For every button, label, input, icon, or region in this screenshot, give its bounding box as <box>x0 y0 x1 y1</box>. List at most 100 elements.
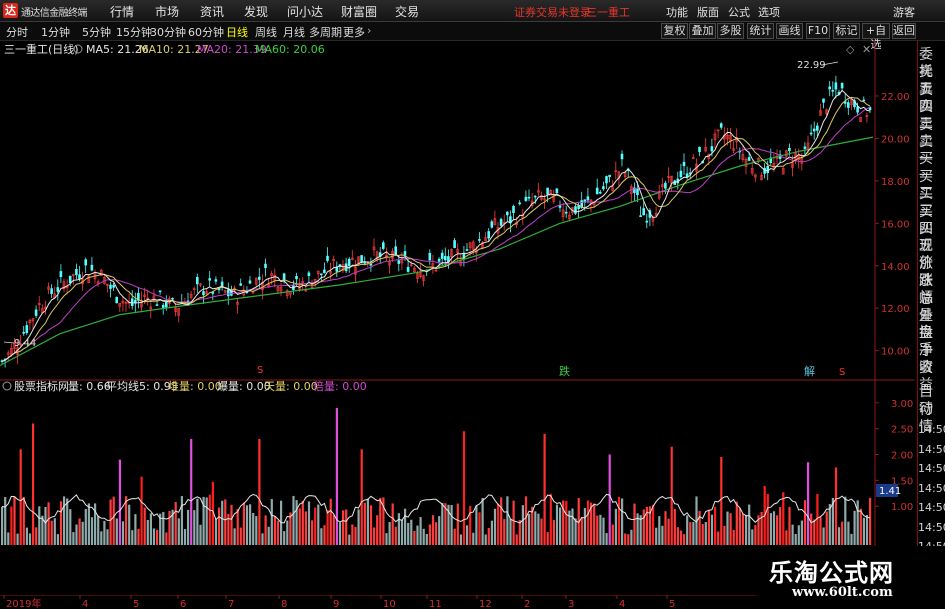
candle-body <box>394 246 398 255</box>
menu-formula[interactable]: 公式 <box>728 4 750 20</box>
volume-bar <box>441 502 444 545</box>
volume-bar <box>44 506 47 545</box>
candle-body <box>78 274 81 280</box>
restore-rights-button[interactable]: 复权 <box>661 23 688 39</box>
candle-body <box>809 132 813 135</box>
volume-bar <box>295 500 298 545</box>
f10-button[interactable]: F10 <box>806 23 830 39</box>
volume-bar <box>112 496 115 545</box>
indicator-settings-icon[interactable] <box>2 381 12 391</box>
candle-body <box>307 272 311 277</box>
candle-body <box>220 281 224 286</box>
app-logo-icon: 达 <box>3 3 18 18</box>
volume-bar <box>748 504 751 545</box>
chevron-right-icon[interactable]: › <box>367 24 371 37</box>
volume-bar <box>487 527 490 545</box>
period-multi[interactable]: 多周期 <box>309 24 342 40</box>
chart-area[interactable]: 三一重工(日线) MA5: 21.26 MA10: 21.27 MA20: 21… <box>0 41 915 595</box>
volume-bar <box>360 449 363 545</box>
volume-bar <box>131 530 134 545</box>
volume-bar <box>165 532 168 545</box>
volume-bar <box>735 501 738 545</box>
candle-body <box>664 182 667 189</box>
period-more[interactable]: 更多 <box>343 24 365 40</box>
sell-signal-marker-2: S <box>839 367 845 378</box>
menu-trade[interactable]: 交易 <box>395 3 419 20</box>
volume-bar <box>137 528 140 545</box>
volume-bar <box>199 524 202 545</box>
volume-bar <box>230 504 233 545</box>
menu-function[interactable]: 功能 <box>666 4 688 20</box>
menu-market[interactable]: 市场 <box>155 3 179 20</box>
volume-bar <box>552 519 555 545</box>
overlay-button[interactable]: 叠加 <box>689 23 716 39</box>
volume-bar <box>224 499 227 545</box>
high-marker: 22.99 <box>797 60 826 71</box>
candle-body <box>558 205 562 208</box>
date-tick-label: 10 <box>383 599 396 609</box>
watermark-url: www.60lt.com <box>792 585 893 600</box>
side-panel-item: 14:50 <box>918 501 945 514</box>
candle-body <box>112 285 115 288</box>
guest-user[interactable]: 游客 <box>893 4 915 20</box>
period-60min[interactable]: 60分钟 <box>188 24 224 40</box>
period-5min[interactable]: 5分钟 <box>82 24 111 40</box>
current-stock-name: 三一重工 <box>586 6 630 19</box>
volume-bar <box>63 496 66 545</box>
close-icon[interactable]: ✕ <box>862 43 871 56</box>
period-timeshare[interactable]: 分时 <box>6 24 28 40</box>
menu-options[interactable]: 选项 <box>758 4 780 20</box>
menu-wealth[interactable]: 财富圈 <box>341 3 377 20</box>
menu-quotes[interactable]: 行情 <box>110 3 134 20</box>
volume-bar <box>261 533 264 545</box>
login-status[interactable]: 证券交易未登录 <box>514 4 591 20</box>
back-button[interactable]: 返回 <box>892 23 916 39</box>
volume-bar <box>332 514 335 545</box>
menu-news[interactable]: 资讯 <box>200 3 224 20</box>
volume-bar <box>323 525 326 545</box>
volume-bar <box>540 518 543 545</box>
volume-bar <box>710 514 714 545</box>
period-1min[interactable]: 1分钟 <box>41 24 70 40</box>
menu-ask[interactable]: 问小达 <box>287 3 323 20</box>
period-monthly[interactable]: 月线 <box>283 24 305 40</box>
volume-bar <box>270 499 273 545</box>
menu-discover[interactable]: 发现 <box>244 3 268 20</box>
candle-body <box>490 221 494 228</box>
side-panel-item: 14:50 <box>918 520 945 534</box>
draw-line-button[interactable]: 画线 <box>776 23 803 39</box>
side-panel-item: 14:50 <box>918 462 945 475</box>
volume-bar <box>503 519 506 545</box>
volume-bar <box>723 525 726 545</box>
multi-stock-button[interactable]: 多股 <box>717 23 744 39</box>
diamond-icon[interactable]: ◇ <box>846 43 855 56</box>
indicator-tick-label: 3.00 <box>891 399 913 410</box>
volume-bar <box>53 518 56 545</box>
volume-bar <box>813 519 816 545</box>
candle-body <box>564 211 568 214</box>
volume-bar <box>518 519 521 545</box>
volume-bar <box>146 520 149 545</box>
statistics-button[interactable]: 统计 <box>747 23 774 39</box>
period-daily[interactable]: 日线 <box>226 24 248 40</box>
mark-button[interactable]: 标记 <box>833 23 860 39</box>
volume-bar <box>506 496 509 545</box>
date-tick-label: 8 <box>281 599 287 609</box>
candle-body <box>59 271 63 278</box>
period-15min[interactable]: 15分钟 <box>116 24 152 40</box>
volume-bar <box>221 500 224 545</box>
add-watchlist-button[interactable]: +自选 <box>862 23 890 51</box>
volume-bar <box>754 525 757 545</box>
candle-body <box>639 215 642 217</box>
volume-bar <box>410 519 413 545</box>
volume-bar <box>497 503 500 545</box>
volume-bar <box>493 508 497 545</box>
candle-body <box>478 239 481 241</box>
candle-body <box>815 125 819 131</box>
volume-bar <box>450 505 453 545</box>
volume-bar <box>596 515 599 545</box>
menu-layout[interactable]: 版面 <box>697 4 719 20</box>
volume-bar <box>208 494 211 545</box>
period-30min[interactable]: 30分钟 <box>150 24 186 40</box>
period-weekly[interactable]: 周线 <box>255 24 277 40</box>
